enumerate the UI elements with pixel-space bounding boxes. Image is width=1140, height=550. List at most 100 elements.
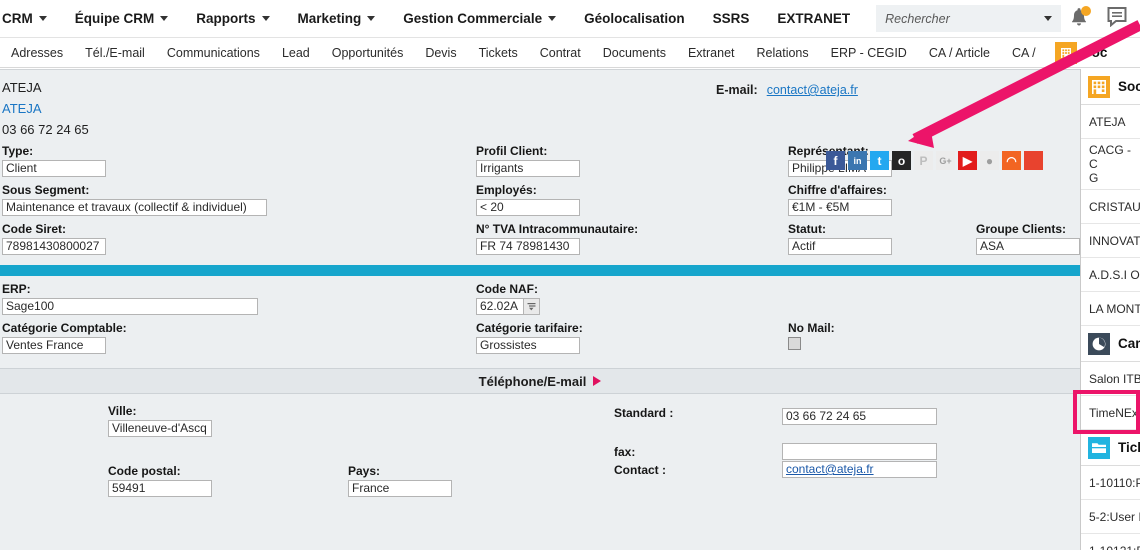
building-icon — [1054, 41, 1077, 64]
field-standard-input[interactable]: 03 66 72 24 65 — [782, 408, 937, 425]
nav-item-quipe-crm[interactable]: Équipe CRM — [61, 0, 183, 37]
panel-list-item[interactable]: CACG - CG — [1081, 139, 1140, 190]
no-mail-checkbox[interactable] — [788, 337, 801, 350]
tab-devis[interactable]: Devis — [414, 38, 467, 67]
field-ville-input[interactable]: Villeneuve-d'Ascq — [108, 420, 212, 437]
tab-communications[interactable]: Communications — [156, 38, 271, 67]
tab-ca-article[interactable]: CA / Article — [918, 38, 1001, 67]
section-header-telephone-email[interactable]: Téléphone/E-mail — [0, 368, 1080, 394]
field-categorie-tarifaire-label: Catégorie tarifaire: — [476, 321, 583, 335]
chevron-down-icon[interactable] — [38, 16, 47, 21]
google-plus-icon[interactable]: G+ — [936, 151, 955, 170]
panel-list-item[interactable]: Salon ITB — [1081, 362, 1140, 396]
field-chiffre-affaires-input[interactable]: €1M - €5M — [788, 199, 892, 216]
field-code-naf-input[interactable]: 62.02A — [476, 298, 524, 315]
youtube-icon[interactable]: ▶ — [958, 151, 977, 170]
tab-opportunit-s[interactable]: Opportunités — [321, 38, 415, 67]
tab-erp-cegid[interactable]: ERP - CEGID — [820, 38, 918, 67]
search-input[interactable]: Rechercher — [876, 5, 1062, 32]
tab-t-l-e-mail[interactable]: Tél./E-mail — [74, 38, 156, 67]
chevron-down-icon[interactable] — [160, 16, 169, 21]
nav-item-label: Rapports — [196, 11, 256, 26]
tab-documents[interactable]: Documents — [592, 38, 677, 67]
panel-group-campagnes[interactable]: Cam — [1081, 326, 1140, 362]
field-employes-input[interactable]: < 20 — [476, 199, 580, 216]
field-code-siret-input[interactable]: 78981430800027 — [2, 238, 106, 255]
main-navigation-bar: CRM Équipe CRM Rapports Marketing Gestion Co… — [0, 0, 1140, 38]
chevron-down-icon[interactable] — [548, 16, 557, 21]
email-value-link[interactable]: contact@ateja.fr — [767, 83, 858, 97]
field-chiffre-affaires: Chiffre d'affaires: €1M - €5M — [788, 183, 892, 216]
field-type-input[interactable]: Client — [2, 160, 106, 177]
field-categorie-comptable-input[interactable]: Ventes France — [2, 337, 106, 354]
email-row: E-mail: contact@ateja.fr — [716, 83, 858, 97]
nav-item-rapports[interactable]: Rapports — [182, 0, 283, 37]
pinterest-icon[interactable]: P — [914, 151, 933, 170]
nav-item-marketing[interactable]: Marketing — [284, 0, 390, 37]
nav-item-extranet[interactable]: EXTRANET — [763, 0, 864, 37]
expand-arrow-icon[interactable] — [593, 376, 602, 386]
tab-extranet[interactable]: Extranet — [677, 38, 746, 67]
tab-lead[interactable]: Lead — [271, 38, 321, 67]
linkedin-icon[interactable]: in — [848, 151, 867, 170]
panel-list-item[interactable]: 1-10110:P — [1081, 466, 1140, 500]
field-erp-input[interactable]: Sage100 — [2, 298, 258, 315]
chevron-down-icon[interactable] — [367, 16, 376, 21]
panel-group-tickets[interactable]: Tick — [1081, 430, 1140, 466]
panel-list-item[interactable]: A.D.S.I OU — [1081, 258, 1140, 292]
panel-list-item[interactable]: CRISTAUX — [1081, 190, 1140, 224]
nav-item-crm[interactable]: CRM — [0, 0, 61, 37]
field-code-siret: Code Siret: 78981430800027 — [2, 222, 106, 255]
nav-item-label: SSRS — [712, 11, 750, 26]
tab-societes-active[interactable]: Soc — [1047, 38, 1116, 67]
field-fax-input[interactable] — [782, 443, 937, 460]
panel-list-item[interactable]: INNOVATI — [1081, 224, 1140, 258]
field-sous-segment: Sous Segment: Maintenance et travaux (co… — [2, 183, 267, 216]
field-profil-client: Profil Client: Irrigants — [476, 144, 580, 177]
lookup-icon[interactable] — [523, 298, 540, 315]
field-profil-client-input[interactable]: Irrigants — [476, 160, 580, 177]
account-name-link[interactable]: ATEJA — [0, 98, 1080, 120]
nav-item-g-olocalisation[interactable]: Géolocalisation — [570, 0, 699, 37]
field-categorie-tarifaire: Catégorie tarifaire: Grossistes — [476, 321, 583, 354]
rss-icon[interactable]: ◠ — [1002, 151, 1021, 170]
panel-list-item[interactable]: ATEJA — [1081, 105, 1140, 139]
email-label: E-mail: — [716, 83, 758, 97]
field-tva-input[interactable]: FR 74 78981430 — [476, 238, 580, 255]
field-statut-input[interactable]: Actif — [788, 238, 892, 255]
chevron-down-icon[interactable] — [261, 16, 270, 21]
field-standard-label: Standard : — [614, 406, 674, 420]
field-code-naf-label: Code NAF: — [476, 282, 538, 296]
field-ville-label: Ville: — [108, 404, 137, 418]
facebook-icon[interactable]: f — [826, 151, 845, 170]
tab-relations[interactable]: Relations — [746, 38, 820, 67]
message-icon[interactable] — [1106, 6, 1128, 32]
nav-item-ssrs[interactable]: SSRS — [699, 0, 764, 37]
panel-group-societes[interactable]: Soc — [1081, 69, 1140, 105]
twitter-icon[interactable]: t — [870, 151, 889, 170]
tab-adresses[interactable]: Adresses — [0, 38, 74, 67]
tab-contrat[interactable]: Contrat — [529, 38, 592, 67]
chevron-down-icon[interactable] — [1044, 16, 1053, 21]
instagram-icon[interactable]: o — [892, 151, 911, 170]
field-sous-segment-input[interactable]: Maintenance et travaux (collectif & indi… — [2, 199, 267, 216]
panel-list-item[interactable]: 5-2:User In — [1081, 500, 1140, 534]
field-contact-input[interactable]: contact@ateja.fr — [782, 461, 937, 478]
field-groupe-clients-input[interactable]: ASA — [976, 238, 1080, 255]
field-no-mail: No Mail: — [788, 321, 835, 350]
tab-ca[interactable]: CA / — [1001, 38, 1047, 67]
tab-tickets[interactable]: Tickets — [468, 38, 529, 67]
panel-list-item[interactable]: 1-10121:P — [1081, 534, 1140, 550]
main-nav-items: CRM Équipe CRM Rapports Marketing Gestion Co… — [0, 0, 864, 37]
partial-icon[interactable] — [1024, 151, 1043, 170]
nav-item-gestion-commerciale[interactable]: Gestion Commerciale — [389, 0, 570, 37]
panel-list-item[interactable]: LA MONTI — [1081, 292, 1140, 326]
field-code-postal-input[interactable]: 59491 — [108, 480, 212, 497]
panel-list-item[interactable]: TimeNExp — [1081, 396, 1140, 430]
field-pays-input[interactable]: France — [348, 480, 452, 497]
field-categorie-comptable: Catégorie Comptable: Ventes France — [2, 321, 127, 354]
form-row-4: ERP: Sage100 Code NAF: 62.02A — [2, 282, 1080, 321]
chat-icon[interactable]: ● — [980, 151, 999, 170]
bell-icon[interactable] — [1068, 5, 1091, 31]
field-categorie-tarifaire-input[interactable]: Grossistes — [476, 337, 580, 354]
